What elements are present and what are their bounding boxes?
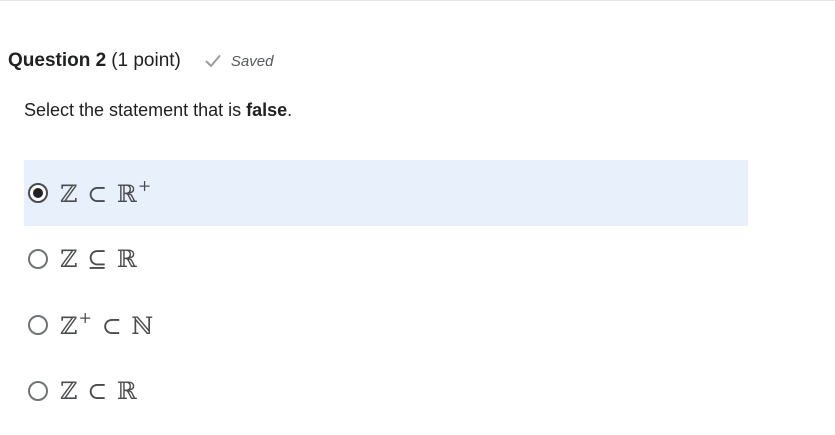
answer-option-1[interactable]: ℤ ⊂ ℝ+ — [24, 160, 748, 226]
math-base: ℤ ⊆ ℝ — [60, 245, 138, 273]
question-header: Question 2 (1 point) Saved — [8, 50, 273, 72]
radio-button[interactable] — [28, 249, 48, 269]
math-base-right: ⊂ ℕ — [92, 312, 155, 340]
answer-option-2[interactable]: ℤ ⊆ ℝ — [24, 226, 748, 292]
radio-selected-dot — [33, 188, 43, 198]
checkmark-icon — [205, 55, 221, 67]
answer-option-label: ℤ ⊆ ℝ — [60, 245, 138, 273]
saved-status-label: Saved — [230, 52, 274, 70]
answer-option-3[interactable]: ℤ+ ⊂ ℕ — [24, 292, 748, 358]
math-base: ℤ ⊂ ℝ — [60, 377, 138, 405]
top-divider — [0, 0, 835, 1]
answer-option-4[interactable]: ℤ ⊂ ℝ — [24, 358, 748, 424]
prompt-text: Select the statement that is — [24, 100, 247, 120]
saved-status: Saved — [205, 52, 274, 70]
math-base: ℤ ⊂ ℝ — [60, 180, 138, 208]
question-prompt: Select the statement that is false. — [24, 100, 292, 121]
answer-option-label: ℤ+ ⊂ ℕ — [60, 308, 155, 340]
answer-option-label: ℤ ⊂ ℝ — [60, 377, 138, 405]
prompt-emphasis: false — [246, 100, 288, 120]
answer-options: ℤ ⊂ ℝ+ ℤ ⊆ ℝ ℤ+ ⊂ ℕ ℤ ⊂ ℝ — [24, 160, 748, 424]
prompt-end: . — [287, 100, 293, 120]
radio-button[interactable] — [28, 315, 48, 335]
math-superscript: + — [78, 308, 93, 327]
question-title: Question 2 — [8, 50, 107, 71]
math-superscript: + — [137, 176, 153, 195]
radio-button-selected[interactable] — [28, 183, 48, 203]
math-base-left: ℤ — [60, 312, 79, 340]
question-points: (1 point) — [111, 50, 181, 71]
radio-button[interactable] — [28, 381, 48, 401]
answer-option-label: ℤ ⊂ ℝ+ — [60, 176, 153, 208]
